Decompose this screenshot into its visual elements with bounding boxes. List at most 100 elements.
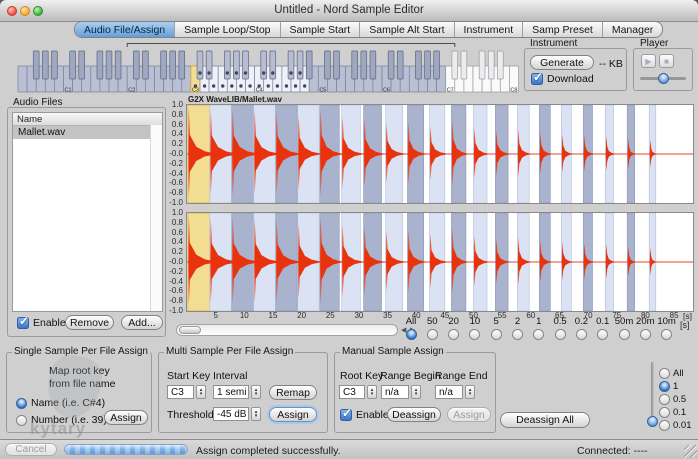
zoom-radio-20m[interactable] (640, 329, 651, 340)
zoom-radio-50m[interactable] (619, 329, 630, 340)
single-assign-radio-name-i-e-c-4[interactable] (16, 398, 27, 409)
piano-key-D#6[interactable] (397, 51, 403, 79)
waveform-panel-top[interactable] (186, 104, 694, 204)
remap-button[interactable]: Remap (269, 385, 317, 400)
zoom-radio-0-5[interactable] (555, 329, 566, 340)
piano-key-C#3[interactable] (197, 51, 203, 79)
piano-key-F#7[interactable] (479, 51, 485, 79)
start-key-field[interactable]: C3 (167, 385, 194, 399)
waveform-scrollbar-thumb[interactable] (179, 326, 201, 334)
zoom-radio-1[interactable] (533, 329, 544, 340)
audio-list-header-name[interactable]: Name (13, 113, 162, 126)
root-key-stepper[interactable]: ▲▼ (367, 385, 377, 399)
piano-key-D#5[interactable] (334, 51, 340, 79)
piano-key-F#6[interactable] (416, 51, 422, 79)
zoom-radio-0-1[interactable] (597, 329, 608, 340)
tab-audio-file-assign[interactable]: Audio File/Assign (75, 22, 174, 37)
cancel-button[interactable]: Cancel (5, 443, 57, 456)
piano-key-F#4[interactable] (288, 51, 294, 79)
zoom-radio-5[interactable] (491, 329, 502, 340)
play-button[interactable]: ▶ (641, 54, 656, 68)
piano-key-G#3[interactable] (234, 51, 240, 79)
piano-key-F#0[interactable] (33, 51, 39, 79)
piano-key-A#3[interactable] (243, 51, 249, 79)
piano-key-A#6[interactable] (434, 51, 440, 79)
minimize-button[interactable] (20, 6, 30, 16)
tab-sample-start[interactable]: Sample Start (280, 22, 360, 37)
audio-files-list[interactable]: Name Mallet.wav (12, 112, 163, 312)
zoom-radio-20[interactable] (448, 329, 459, 340)
piano-key-C#1[interactable] (70, 51, 76, 79)
add-button[interactable]: Add... (121, 315, 163, 330)
tab-sample-loop-stop[interactable]: Sample Loop/Stop (174, 22, 279, 37)
piano-key-C#2[interactable] (133, 51, 139, 79)
piano-key-E0[interactable] (18, 66, 27, 92)
interval-stepper[interactable]: ▲▼ (251, 385, 261, 399)
nudge-slider-thumb[interactable] (647, 416, 658, 427)
nudge-radio-1[interactable] (659, 381, 670, 392)
piano-key-G#6[interactable] (425, 51, 431, 79)
piano-key-A#1[interactable] (115, 51, 121, 79)
nudge-radio-0-1[interactable] (659, 407, 670, 418)
nudge-radio-0-01[interactable] (659, 420, 670, 431)
piano-key-F#3[interactable] (224, 51, 230, 79)
piano-key-F#1[interactable] (97, 51, 103, 79)
piano-key-D#2[interactable] (143, 51, 149, 79)
range-end-stepper[interactable]: ▲▼ (465, 385, 475, 399)
tab-manager[interactable]: Manager (602, 22, 662, 37)
piano-key-G#4[interactable] (297, 51, 303, 79)
zoom-radio-all[interactable] (406, 329, 417, 340)
waveform-scrollbar[interactable] (176, 324, 398, 336)
piano-key-C#5[interactable] (325, 51, 331, 79)
zoom-button[interactable] (33, 6, 43, 16)
piano-key-C#4[interactable] (261, 51, 267, 79)
single-assign-button[interactable]: Assign (104, 410, 148, 425)
zoom-radio-10m[interactable] (661, 329, 672, 340)
audio-file-row[interactable]: Mallet.wav (13, 126, 162, 139)
piano-key-A#5[interactable] (370, 51, 376, 79)
deassign-button[interactable]: Deassign (387, 407, 441, 422)
tab-sample-alt-start[interactable]: Sample Alt Start (359, 22, 453, 37)
nudge-radio-all[interactable] (659, 368, 670, 379)
piano-key-C#7[interactable] (452, 51, 458, 79)
piano-key-D#4[interactable] (270, 51, 276, 79)
piano-key-F#2[interactable] (161, 51, 167, 79)
zoom-radio-50[interactable] (427, 329, 438, 340)
piano-key-A#4[interactable] (306, 51, 312, 79)
close-button[interactable] (7, 6, 17, 16)
piano-key-C#6[interactable] (388, 51, 394, 79)
piano-key-G#2[interactable] (170, 51, 176, 79)
threshold-stepper[interactable]: ▲▼ (251, 407, 261, 421)
keyboard-svg[interactable]: C1C2C3C4C5C6C7C8 (17, 42, 521, 94)
piano-key-A#2[interactable] (179, 51, 185, 79)
audio-enabled-checkbox[interactable] (17, 317, 29, 329)
piano-key-G#0[interactable] (42, 51, 48, 79)
piano-key-D#7[interactable] (461, 51, 467, 79)
zoom-radio-10[interactable] (469, 329, 480, 340)
threshold-field[interactable]: -45 dB (213, 407, 249, 421)
piano-key-F#5[interactable] (352, 51, 358, 79)
piano-key-G#7[interactable] (488, 51, 494, 79)
root-key-field[interactable]: C3 (339, 385, 365, 399)
piano-key-G#1[interactable] (106, 51, 112, 79)
manual-enabled-checkbox[interactable] (340, 409, 352, 421)
download-checkbox[interactable] (531, 73, 543, 85)
nudge-slider[interactable] (651, 362, 654, 424)
generate-button[interactable]: Generate (530, 55, 594, 70)
range-begin-stepper[interactable]: ▲▼ (411, 385, 421, 399)
manual-assign-button[interactable]: Assign (447, 407, 491, 422)
waveform-panel-bottom[interactable] (186, 212, 694, 312)
zoom-radio-2[interactable] (512, 329, 523, 340)
piano-key-D#3[interactable] (206, 51, 212, 79)
interval-field[interactable]: 1 semi (213, 385, 249, 399)
tab-samp-preset[interactable]: Samp Preset (522, 22, 602, 37)
piano-key-A#0[interactable] (52, 51, 58, 79)
single-assign-radio-number-i-e-39[interactable] (16, 415, 27, 426)
remove-button[interactable]: Remove (65, 315, 114, 330)
tab-instrument[interactable]: Instrument (454, 22, 523, 37)
deassign-all-button[interactable]: Deassign All (500, 412, 590, 428)
piano-key-D#1[interactable] (79, 51, 85, 79)
multi-assign-button[interactable]: Assign (269, 407, 317, 422)
stop-button[interactable]: ■ (659, 54, 674, 68)
resize-grip[interactable] (684, 445, 697, 458)
